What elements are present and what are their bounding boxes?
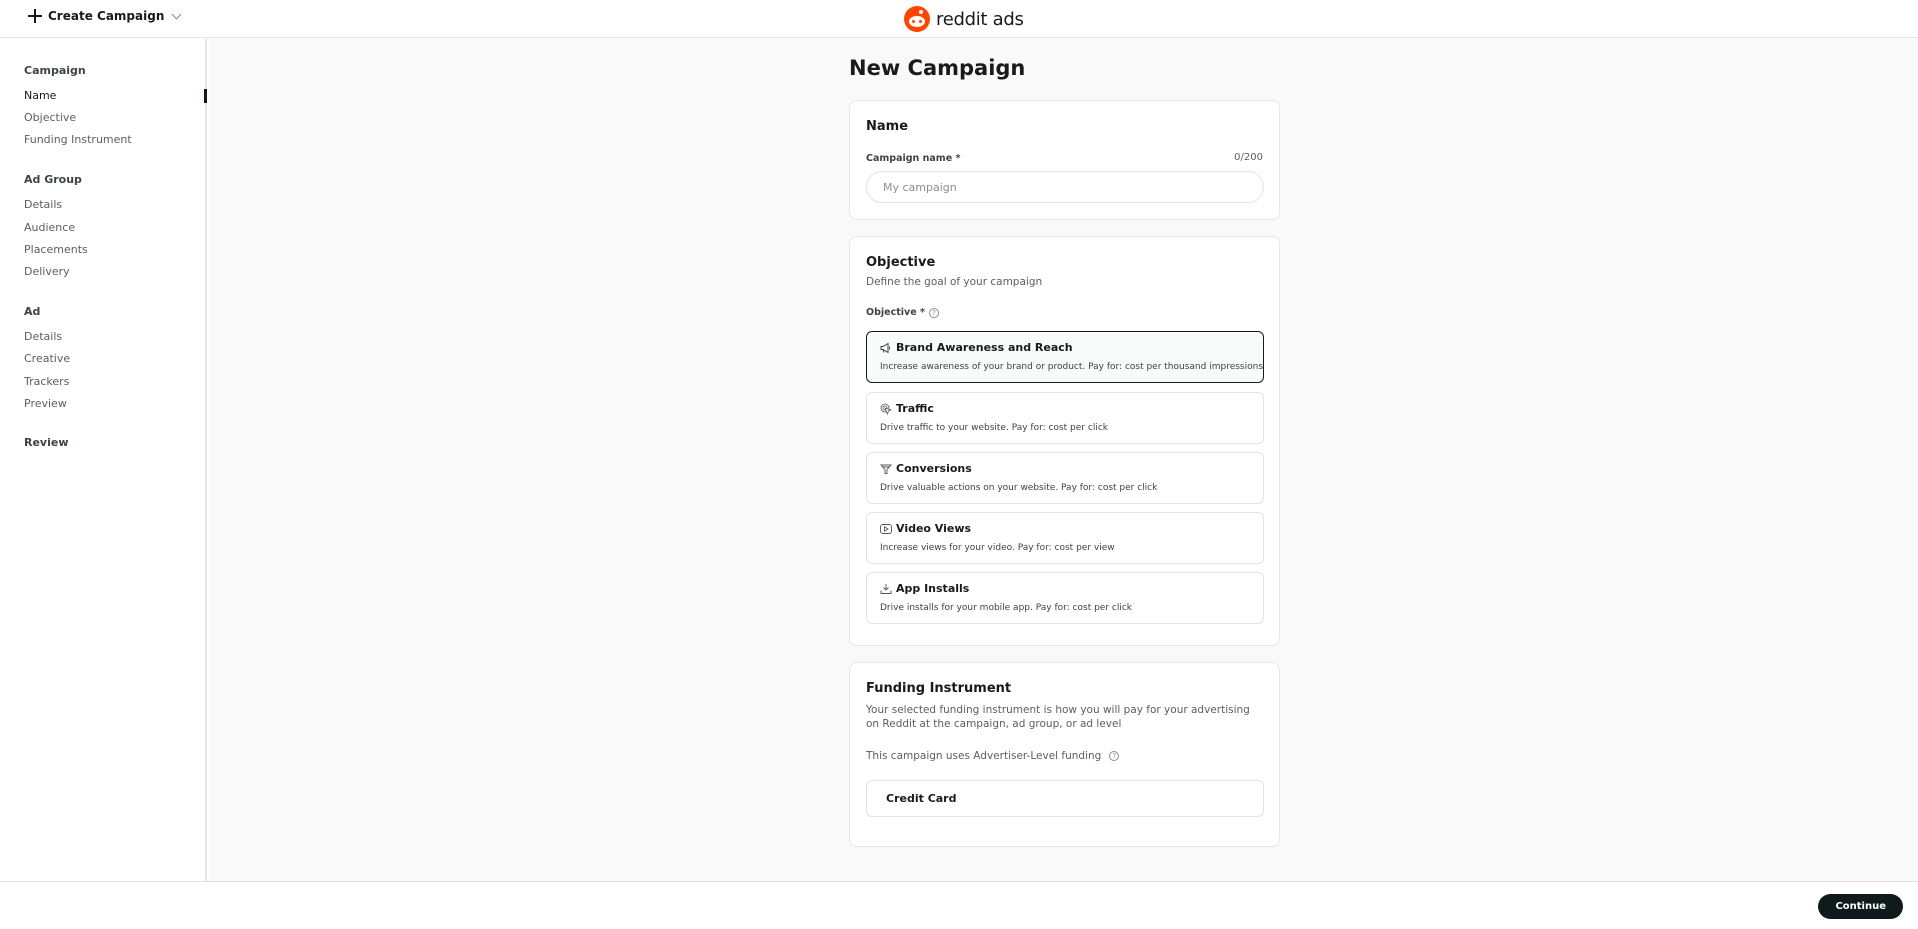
option-title: Brand Awareness and Reach bbox=[896, 341, 1073, 354]
create-campaign-label: Create Campaign bbox=[48, 9, 165, 23]
funding-instrument-value: Credit Card bbox=[886, 792, 957, 805]
brand-wordmark: reddit ads bbox=[936, 8, 1024, 30]
funding-instrument-selector[interactable]: Credit Card bbox=[866, 780, 1264, 817]
objective-option-brand-awareness[interactable]: Brand Awareness and Reach Increase aware… bbox=[866, 331, 1264, 383]
objective-option-app-installs[interactable]: App Installs Drive installs for your mob… bbox=[866, 572, 1264, 624]
objective-label-text: Objective * bbox=[866, 307, 925, 318]
sidebar-item-creative[interactable]: Creative bbox=[24, 352, 70, 365]
page-title: New Campaign bbox=[849, 56, 1026, 80]
option-description: Increase awareness of your brand or prod… bbox=[880, 362, 1264, 372]
funnel-icon bbox=[880, 464, 892, 474]
option-description: Increase views for your video. Pay for: … bbox=[880, 543, 1115, 553]
funding-card-title: Funding Instrument bbox=[866, 681, 1012, 696]
sidebar-item-placements[interactable]: Placements bbox=[24, 243, 88, 256]
sidebar-nav: Campaign Name Objective Funding Instrume… bbox=[0, 39, 207, 881]
play-icon bbox=[880, 523, 892, 534]
cursor-click-icon bbox=[880, 403, 892, 415]
sidebar-section-ad[interactable]: Ad bbox=[24, 305, 40, 318]
name-card-title: Name bbox=[866, 119, 909, 134]
objective-card-title: Objective bbox=[866, 255, 936, 270]
objective-option-traffic[interactable]: Traffic Drive traffic to your website. P… bbox=[866, 392, 1264, 444]
sidebar-item-audience[interactable]: Audience bbox=[24, 221, 75, 234]
chevron-down-icon bbox=[171, 9, 182, 19]
option-title: Conversions bbox=[896, 462, 972, 475]
create-campaign-dropdown[interactable]: Create Campaign bbox=[28, 9, 182, 23]
funding-instrument-card: Funding Instrument Your selected funding… bbox=[849, 662, 1280, 847]
sidebar-item-name[interactable]: Name bbox=[24, 89, 56, 102]
option-title: Video Views bbox=[896, 522, 972, 535]
sidebar-section-campaign[interactable]: Campaign bbox=[24, 64, 86, 77]
sidebar-item-funding-instrument[interactable]: Funding Instrument bbox=[24, 133, 132, 146]
help-icon[interactable]: ? bbox=[1109, 751, 1120, 761]
sidebar-item-objective[interactable]: Objective bbox=[24, 111, 76, 124]
campaign-name-input[interactable] bbox=[866, 171, 1264, 203]
funding-level-note: This campaign uses Advertiser-Level fund… bbox=[866, 750, 1120, 762]
plus-icon bbox=[28, 9, 42, 23]
option-title: App Installs bbox=[896, 582, 970, 595]
campaign-name-label: Campaign name * bbox=[866, 153, 961, 164]
option-description: Drive traffic to your website. Pay for: … bbox=[880, 423, 1108, 433]
option-description: Drive installs for your mobile app. Pay … bbox=[880, 603, 1133, 613]
reddit-ads-logo[interactable]: reddit ads bbox=[904, 6, 1024, 32]
reddit-snoo-icon bbox=[904, 6, 930, 32]
option-title: Traffic bbox=[896, 402, 934, 415]
objective-description: Define the goal of your campaign bbox=[866, 276, 1043, 288]
name-card: Name Campaign name * 0/200 bbox=[849, 100, 1280, 220]
objective-field-label: Objective *? bbox=[866, 307, 939, 318]
sidebar-item-trackers[interactable]: Trackers bbox=[24, 375, 69, 388]
help-icon[interactable]: ? bbox=[928, 307, 939, 318]
sidebar-item-ad-details[interactable]: Details bbox=[24, 330, 62, 343]
objective-card: Objective Define the goal of your campai… bbox=[849, 236, 1280, 646]
sidebar-item-delivery[interactable]: Delivery bbox=[24, 265, 70, 278]
funding-description: Your selected funding instrument is how … bbox=[866, 704, 1250, 730]
sidebar-section-ad-group[interactable]: Ad Group bbox=[24, 173, 82, 186]
character-counter: 0/200 bbox=[1234, 152, 1263, 163]
objective-option-conversions[interactable]: Conversions Drive valuable actions on yo… bbox=[866, 452, 1264, 504]
option-description: Drive valuable actions on your website. … bbox=[880, 483, 1158, 493]
megaphone-icon bbox=[880, 342, 890, 353]
funding-note-text: This campaign uses Advertiser-Level fund… bbox=[866, 750, 1102, 762]
download-icon bbox=[880, 583, 892, 594]
sidebar-item-adgroup-details[interactable]: Details bbox=[24, 198, 62, 211]
sidebar-item-preview[interactable]: Preview bbox=[24, 397, 67, 410]
sidebar-section-review[interactable]: Review bbox=[24, 436, 69, 449]
active-indicator bbox=[204, 89, 207, 103]
continue-button[interactable]: Continue bbox=[1818, 894, 1903, 919]
objective-option-video-views[interactable]: Video Views Increase views for your vide… bbox=[866, 512, 1264, 564]
top-bar: Create Campaign reddit ads bbox=[0, 0, 1918, 38]
footer-bar: Continue bbox=[0, 881, 1918, 929]
